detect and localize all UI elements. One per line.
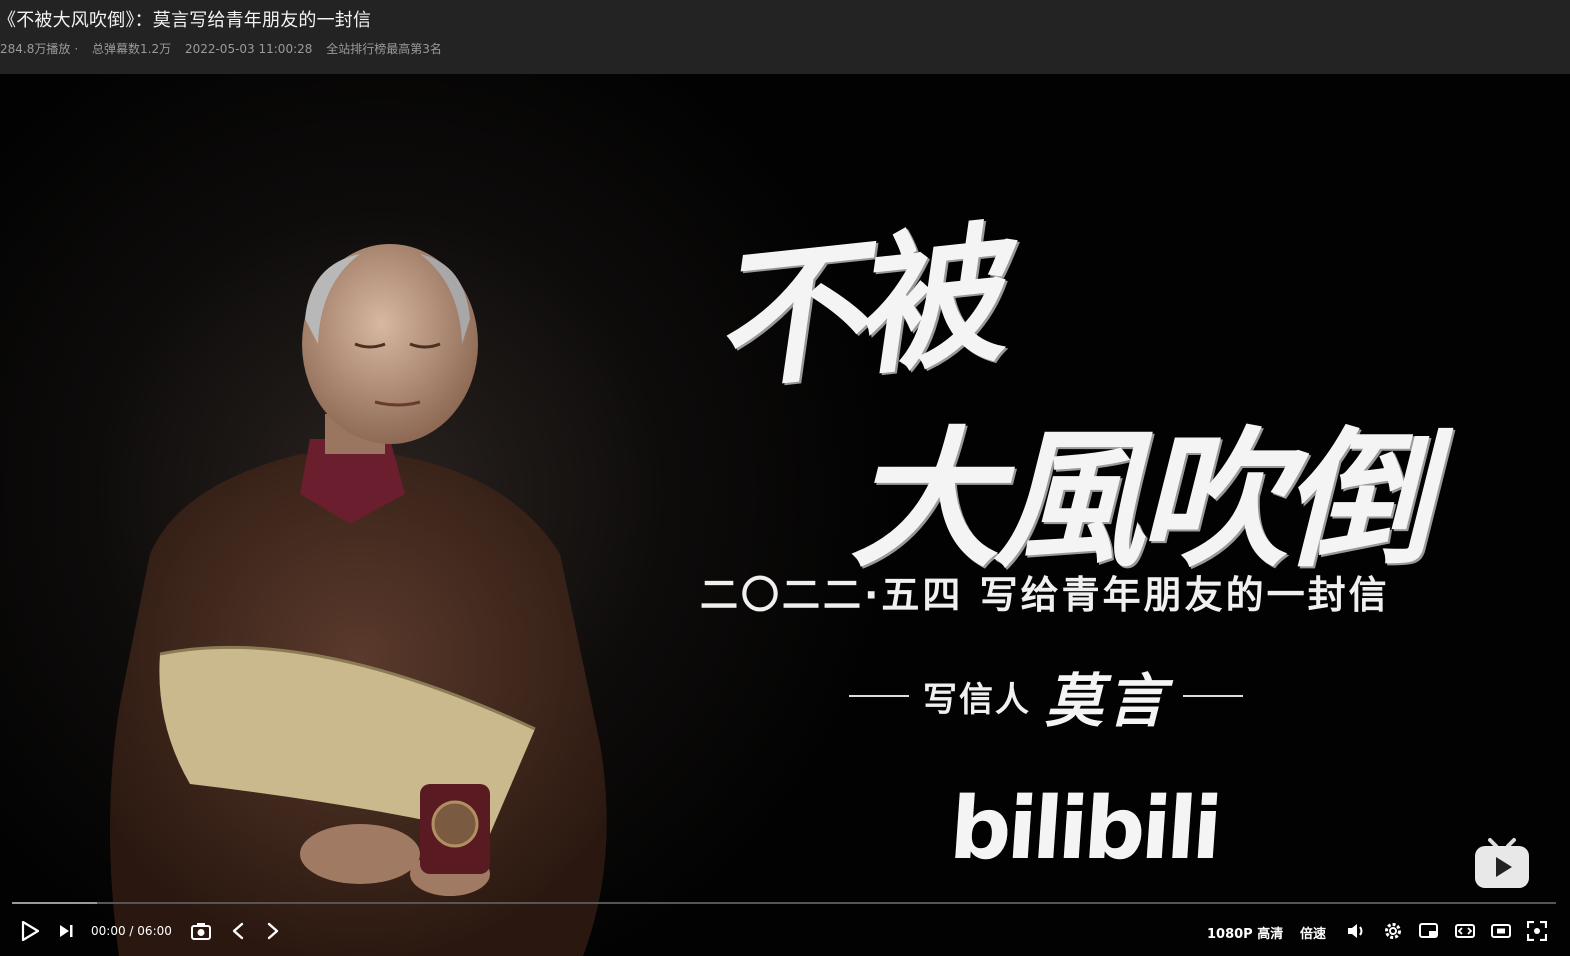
video-frame[interactable]: 不被 大風吹倒 二〇二二·五四 写给青年朋友的一封信 写信人 莫言 bilibi… (0, 74, 1570, 956)
divider (1183, 695, 1244, 697)
writer-name: 莫言 (1045, 667, 1170, 735)
widescreen-icon (1455, 924, 1475, 938)
play-icon (21, 921, 39, 941)
screenshot-icon (191, 923, 211, 940)
duration: 06:00 (137, 924, 172, 938)
portrait-figure (110, 244, 607, 956)
pip-icon (1419, 923, 1438, 938)
settings-button[interactable] (1382, 918, 1404, 944)
video-meta: 284.8万播放 · 总弹幕数1.2万 2022-05-03 11:00:28 全… (0, 40, 452, 57)
next-button[interactable] (56, 918, 76, 944)
fullscreen-button[interactable] (1526, 918, 1548, 944)
bilibili-logo: bilibili (946, 779, 1222, 879)
play-button[interactable] (18, 918, 42, 944)
screenshot-button[interactable] (190, 918, 212, 944)
danmaku-count: 总弹幕数1.2万 (92, 42, 172, 56)
video-title: 《不被大风吹倒》：莫言写给青年朋友的一封信 (0, 10, 372, 31)
current-time: 00:00 (91, 924, 126, 938)
quality-selector[interactable]: 1080P 高清 (1207, 923, 1283, 942)
meta-separator: · (74, 42, 79, 56)
prev-frame-button[interactable] (228, 918, 248, 944)
time-separator: / (129, 924, 134, 938)
frame-subtitle: 二〇二二·五四 写给青年朋友的一封信 (700, 573, 1390, 617)
player-controls: 00:00 / 06:00 1080P 高清 倍速 (0, 908, 1570, 954)
time-display: 00:00 / 06:00 (91, 924, 172, 938)
progress-fill (12, 902, 97, 904)
next-frame-button[interactable] (263, 918, 283, 944)
video-info-header: 《不被大风吹倒》：莫言写给青年朋友的一封信 284.8万播放 · 总弹幕数1.2万… (0, 0, 1570, 74)
writer-credit: 写信人 莫言 (835, 654, 1257, 738)
rank-badge[interactable]: 全站排行榜最高第3名 (326, 42, 442, 56)
next-icon (60, 925, 73, 937)
progress-bar[interactable] (12, 902, 1556, 904)
volume-button[interactable] (1346, 918, 1368, 944)
volume-icon (1348, 924, 1363, 938)
settings-icon (1385, 923, 1401, 939)
divider (849, 695, 909, 697)
prev-frame-icon (232, 922, 244, 940)
speed-selector[interactable]: 倍速 (1300, 923, 1326, 942)
fullscreen-icon (1527, 921, 1547, 941)
pip-button[interactable] (1418, 918, 1440, 944)
publish-datetime: 2022-05-03 11:00:28 (184, 42, 313, 56)
web-fullscreen-button[interactable] (1490, 918, 1512, 944)
writer-label: 写信人 (923, 679, 1031, 720)
next-frame-icon (267, 922, 279, 940)
calligraphy-title: 不被 大風吹倒 (700, 204, 1432, 624)
bilibili-tv-icon[interactable] (1472, 837, 1532, 891)
web-fullscreen-icon (1491, 924, 1511, 938)
widescreen-button[interactable] (1454, 918, 1476, 944)
play-count: 284.8万播放 (0, 42, 71, 56)
